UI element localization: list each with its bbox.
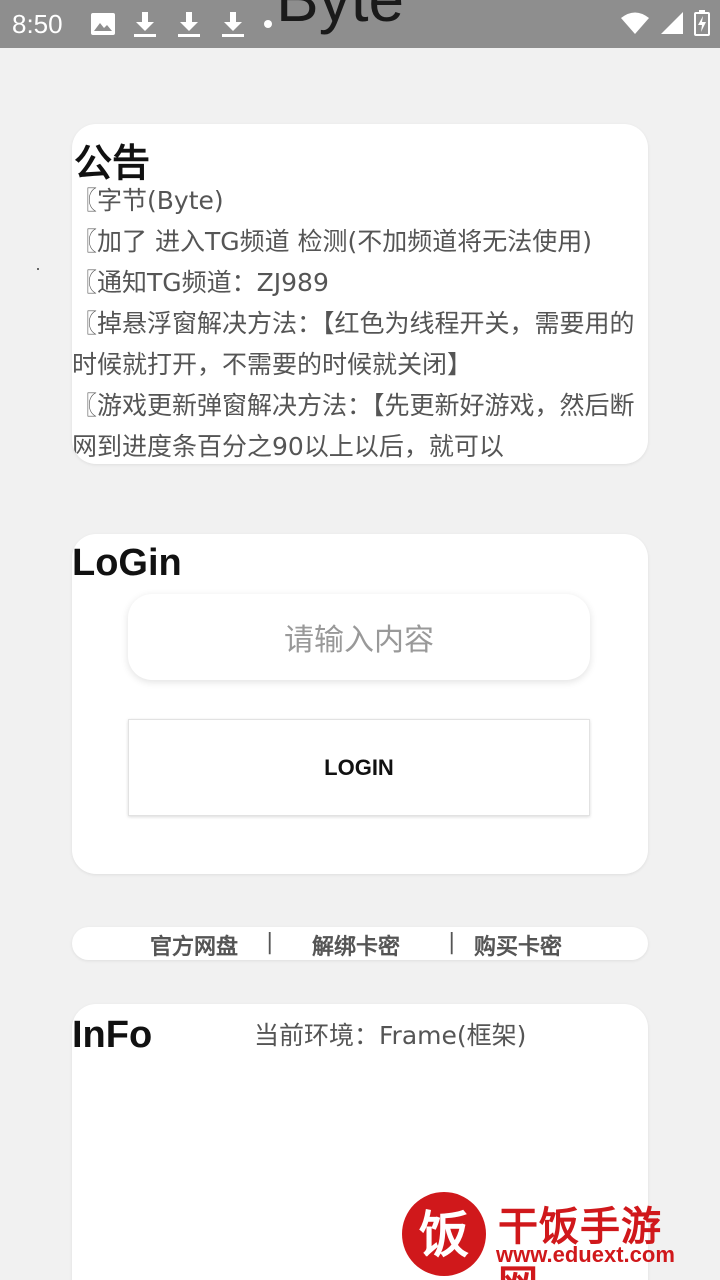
site-logo-icon: 饭 xyxy=(402,1192,486,1276)
login-card: LoGin 请输入内容 LOGIN xyxy=(72,534,648,874)
site-logo-char: 饭 xyxy=(419,1206,469,1264)
dot-icon xyxy=(264,20,272,28)
notice-line: 〖通知TG频道：ZJ989 xyxy=(72,268,329,297)
info-title: InFo xyxy=(72,1014,153,1056)
buy-card-link[interactable]: 购买卡密 xyxy=(474,929,562,961)
download-icon xyxy=(222,12,244,37)
notice-title: 公告 xyxy=(74,141,151,185)
wifi-icon xyxy=(621,12,649,34)
status-notification-icons xyxy=(90,10,274,38)
notice-card: 公告 〖字节(Byte) 〖加了 进入TG频道 检测(不加频道将无法使用) 〖通… xyxy=(72,124,648,464)
download-icon xyxy=(178,12,200,37)
card-key-input[interactable]: 请输入内容 xyxy=(128,594,590,680)
login-button[interactable]: LOGIN xyxy=(128,719,590,816)
link-separator: | xyxy=(266,930,274,955)
image-icon xyxy=(91,13,115,35)
links-bar: 官方网盘 | 解绑卡密 | 购买卡密 xyxy=(72,927,648,960)
notice-line: 〖游戏更新弹窗解决方法：【先更新好游戏，然后断网到进度条百分之90以上以后，就可… xyxy=(72,391,635,461)
download-icon xyxy=(134,12,156,37)
notice-line: 〖掉悬浮窗解决方法：【红色为线程开关，需要用的时候就打开，不需要的时候就关闭】 xyxy=(72,309,635,379)
notice-line: 〖加了 进入TG频道 检测(不加频道将无法使用) xyxy=(72,227,593,256)
status-system-icons xyxy=(620,10,710,36)
app-title: Byte xyxy=(276,0,404,36)
battery-icon xyxy=(694,10,710,36)
link-separator: | xyxy=(448,930,456,955)
environment-label: 当前环境：Frame(框架) xyxy=(254,1021,527,1050)
site-watermark: 饭 干饭手游网 www.eduext.com xyxy=(398,1186,698,1280)
notice-body: 〖字节(Byte) 〖加了 进入TG频道 检测(不加频道将无法使用) 〖通知TG… xyxy=(72,180,648,464)
status-bar: 8:50 Byt xyxy=(0,0,720,48)
official-disk-link[interactable]: 官方网盘 xyxy=(150,929,238,961)
signal-icon xyxy=(661,12,683,34)
notice-line: 〖字节(Byte) xyxy=(72,186,224,215)
status-time: 8:50 xyxy=(12,9,63,39)
stray-dot xyxy=(37,268,39,270)
site-url: www.eduext.com xyxy=(496,1242,675,1267)
login-title: LoGin xyxy=(72,542,182,584)
unbind-card-link[interactable]: 解绑卡密 xyxy=(312,929,400,961)
